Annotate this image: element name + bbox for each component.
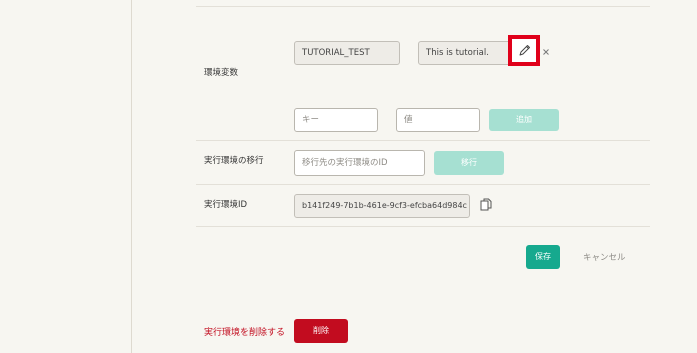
close-icon[interactable] <box>542 48 550 56</box>
env-var-key-field: TUTORIAL_TEST <box>294 41 400 65</box>
cancel-button[interactable]: キャンセル <box>583 251 626 263</box>
edit-button-highlight[interactable] <box>508 35 540 66</box>
divider <box>196 226 650 227</box>
add-env-var-button[interactable]: 追加 <box>489 109 559 131</box>
env-vars-label: 環境変数 <box>204 68 239 78</box>
migration-label: 実行環境の移行 <box>204 156 264 166</box>
pencil-icon[interactable] <box>512 39 536 62</box>
delete-env-label: 実行環境を削除する <box>204 328 286 338</box>
delete-button[interactable]: 削除 <box>294 319 348 343</box>
divider <box>196 140 650 141</box>
divider <box>196 6 650 7</box>
env-id-field: b141f249-7b1b-461e-9cf3-efcba64d984c <box>294 194 470 218</box>
env-var-value-field: This is tutorial. <box>418 41 511 65</box>
new-env-key-input[interactable]: キー <box>294 108 378 132</box>
migration-target-input[interactable]: 移行先の実行環境のID <box>294 150 425 176</box>
migrate-button[interactable]: 移行 <box>434 151 504 175</box>
env-id-label: 実行環境ID <box>204 200 248 210</box>
divider <box>196 184 650 185</box>
sidebar-edge <box>131 0 132 353</box>
save-button[interactable]: 保存 <box>526 245 560 269</box>
new-env-value-input[interactable]: 値 <box>396 108 480 132</box>
copy-icon[interactable] <box>480 198 492 212</box>
